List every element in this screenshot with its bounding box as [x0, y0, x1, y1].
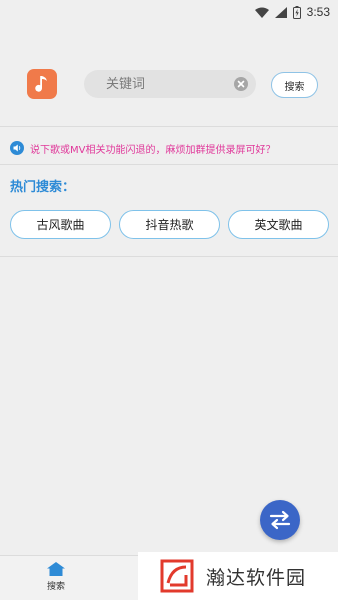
notice-text: 说下歌或MV相关功能闪退的，麻烦加群提供录屏可好？: [30, 144, 276, 156]
signal-icon: [274, 6, 287, 18]
clear-circle-icon[interactable]: [234, 77, 248, 91]
status-icons: 3:53: [254, 4, 330, 20]
swap-arrows-icon: [269, 510, 291, 530]
watermark: 瀚达软件园: [138, 552, 338, 600]
nav-item-label: 搜索: [46, 582, 65, 592]
search-button[interactable]: 搜索: [271, 72, 318, 98]
notice-banner: 说下歌或MV相关功能闪退的，麻烦加群提供录屏可好？: [10, 140, 330, 156]
app-logo[interactable]: [27, 69, 57, 99]
speaker-icon: [10, 141, 24, 155]
nav-item-search[interactable]: 搜索: [30, 562, 82, 598]
watermark-logo-icon: [160, 559, 194, 593]
notice-divider: [0, 164, 338, 165]
header-divider: [0, 126, 338, 127]
home-icon: [47, 562, 65, 576]
wifi-icon: [254, 7, 269, 18]
hot-search-divider: [0, 256, 338, 257]
hot-chip[interactable]: 古风歌曲: [10, 210, 111, 239]
search-box: [84, 70, 256, 98]
status-bar: 3:53: [0, 0, 338, 24]
watermark-text: 瀚达软件园: [206, 566, 307, 589]
status-time: 3:53: [306, 5, 330, 19]
hot-chip[interactable]: 英文歌曲: [228, 210, 329, 239]
music-note-icon: [35, 76, 47, 92]
switch-fab-button[interactable]: [260, 500, 300, 540]
hot-chip[interactable]: 抖音热歌: [119, 210, 220, 239]
battery-charging-icon: [292, 5, 301, 19]
search-input[interactable]: [106, 70, 226, 98]
hot-search-title: 热门搜索：: [10, 180, 76, 195]
